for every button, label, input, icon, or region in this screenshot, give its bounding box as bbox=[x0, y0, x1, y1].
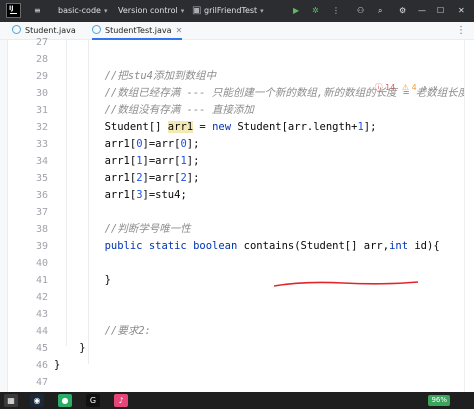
battery-level: 96% bbox=[431, 396, 447, 404]
line-number: 46 bbox=[35, 360, 48, 371]
line-number: 41 bbox=[35, 275, 48, 286]
line-number: 40 bbox=[35, 258, 48, 269]
steam-icon[interactable]: ◉ bbox=[30, 394, 44, 407]
tab-studenttest-java[interactable]: StudentTest.java ✕ bbox=[92, 22, 183, 40]
code-line[interactable]: //把stu4添加到数组中 bbox=[54, 68, 216, 85]
line-number: 28 bbox=[35, 54, 48, 65]
debug-button[interactable]: ✲ bbox=[312, 0, 319, 22]
line-number: 34 bbox=[35, 156, 48, 167]
vcs-label: Version control bbox=[118, 6, 178, 15]
run-config-icon: ▣ bbox=[192, 5, 202, 16]
project-switcher[interactable]: basic-code ▾ bbox=[58, 0, 107, 22]
line-number: 30 bbox=[35, 88, 48, 99]
line-number: 38 bbox=[35, 224, 48, 235]
chevron-down-icon[interactable]: ∨ bbox=[433, 84, 438, 92]
line-number: 33 bbox=[35, 139, 48, 150]
code-line[interactable]: public static boolean contains(Student[]… bbox=[54, 238, 440, 255]
line-number: 37 bbox=[35, 207, 48, 218]
intellij-logo[interactable]: IJ bbox=[6, 3, 21, 18]
code-line[interactable]: } bbox=[54, 272, 111, 289]
battery-indicator[interactable]: 96% bbox=[428, 395, 450, 406]
java-class-icon bbox=[92, 25, 101, 34]
line-number: 31 bbox=[35, 105, 48, 116]
pycharm-icon[interactable]: G bbox=[86, 394, 100, 407]
code-line[interactable]: arr1[3]=stu4; bbox=[54, 187, 187, 204]
code-line[interactable]: } bbox=[54, 340, 85, 357]
line-number: 45 bbox=[35, 343, 48, 354]
main-menu-icon[interactable]: ≡ bbox=[34, 0, 41, 22]
line-number: 44 bbox=[35, 326, 48, 337]
close-window-button[interactable]: ✕ bbox=[458, 0, 465, 22]
run-config-selector[interactable]: ▣ grilFriendTest ▾ bbox=[192, 0, 264, 22]
red-underline-annotation bbox=[273, 281, 419, 287]
java-class-icon bbox=[12, 25, 21, 34]
line-number: 42 bbox=[35, 292, 48, 303]
inspection-widget[interactable]: ⓘ 14 ⚠ 4 ∧ ∨ bbox=[375, 82, 438, 94]
run-config-name: grilFriendTest bbox=[204, 6, 258, 15]
title-bar: IJ ≡ basic-code ▾ Version control ▾ ▣ gril… bbox=[0, 0, 474, 22]
os-taskbar: ▦ ◉ ● G ♪ 96% bbox=[0, 392, 474, 409]
tool-window-strip bbox=[0, 22, 8, 392]
indent-guide bbox=[66, 40, 67, 346]
code-line[interactable]: //要求2: bbox=[54, 323, 151, 340]
warning-icon: ⚠ bbox=[401, 83, 410, 92]
error-icon: ⓘ bbox=[374, 83, 383, 92]
code-line[interactable]: Student[] arr1 = new Student[arr.length+… bbox=[54, 119, 376, 136]
close-tab-icon[interactable]: ✕ bbox=[176, 26, 183, 35]
taskbar-app-icon[interactable]: ▦ bbox=[4, 394, 18, 407]
editor-tab-bar: Student.java StudentTest.java ✕ ⋮ bbox=[0, 22, 474, 40]
chevron-down-icon: ▾ bbox=[260, 7, 264, 15]
tabs-more-icon[interactable]: ⋮ bbox=[456, 22, 466, 40]
line-gutter: 27 28 29 30 31 32 33 34 35 36 37 38 39 40 41 42 43 44 45 46… bbox=[8, 37, 54, 392]
more-actions-icon[interactable]: ⋮ bbox=[332, 0, 340, 22]
chevron-down-icon: ▾ bbox=[103, 7, 108, 15]
line-number: 36 bbox=[35, 190, 48, 201]
code-line[interactable]: arr1[0]=arr[0]; bbox=[54, 136, 200, 153]
chevron-down-icon: ▾ bbox=[180, 7, 185, 15]
maximize-button[interactable]: ☐ bbox=[437, 0, 444, 22]
error-count: 14 bbox=[385, 83, 396, 92]
line-number: 29 bbox=[35, 71, 48, 82]
line-number: 32 bbox=[35, 122, 48, 133]
vcs-widget[interactable]: Version control ▾ bbox=[118, 0, 184, 22]
minimize-button[interactable]: — bbox=[418, 0, 426, 22]
line-number: 35 bbox=[35, 173, 48, 184]
code-line[interactable]: } bbox=[54, 357, 60, 374]
code-line[interactable]: //数组没有存满 --- 直接添加 bbox=[54, 102, 254, 119]
code-editor[interactable]: 27 28 29 30 31 32 33 34 35 36 37 38 39 40 41 42 43 44 45 46… bbox=[8, 37, 468, 392]
chevron-up-icon[interactable]: ∧ bbox=[422, 84, 427, 92]
code-with-me-icon[interactable]: ⚇ bbox=[357, 0, 364, 22]
warning-count: 4 bbox=[411, 83, 417, 92]
project-name: basic-code bbox=[58, 6, 101, 15]
search-icon[interactable]: ⌕ bbox=[378, 0, 382, 22]
line-number: 27 bbox=[35, 37, 48, 48]
music-app-icon[interactable]: ♪ bbox=[114, 394, 128, 407]
line-number: 43 bbox=[35, 309, 48, 320]
vertical-scrollbar[interactable] bbox=[464, 40, 474, 392]
tab-label: StudentTest.java bbox=[105, 26, 172, 35]
run-button[interactable]: ▶ bbox=[293, 0, 299, 22]
code-line[interactable]: arr1[1]=arr[1]; bbox=[54, 153, 200, 170]
code-line[interactable]: //判断学号唯一性 bbox=[54, 221, 191, 238]
code-line[interactable]: arr1[2]=arr[2]; bbox=[54, 170, 200, 187]
line-number: 47 bbox=[35, 377, 48, 388]
settings-icon[interactable]: ⚙ bbox=[399, 0, 406, 22]
line-number: 39 bbox=[35, 241, 48, 252]
wechat-icon[interactable]: ● bbox=[58, 394, 72, 407]
indent-guide bbox=[88, 40, 89, 364]
